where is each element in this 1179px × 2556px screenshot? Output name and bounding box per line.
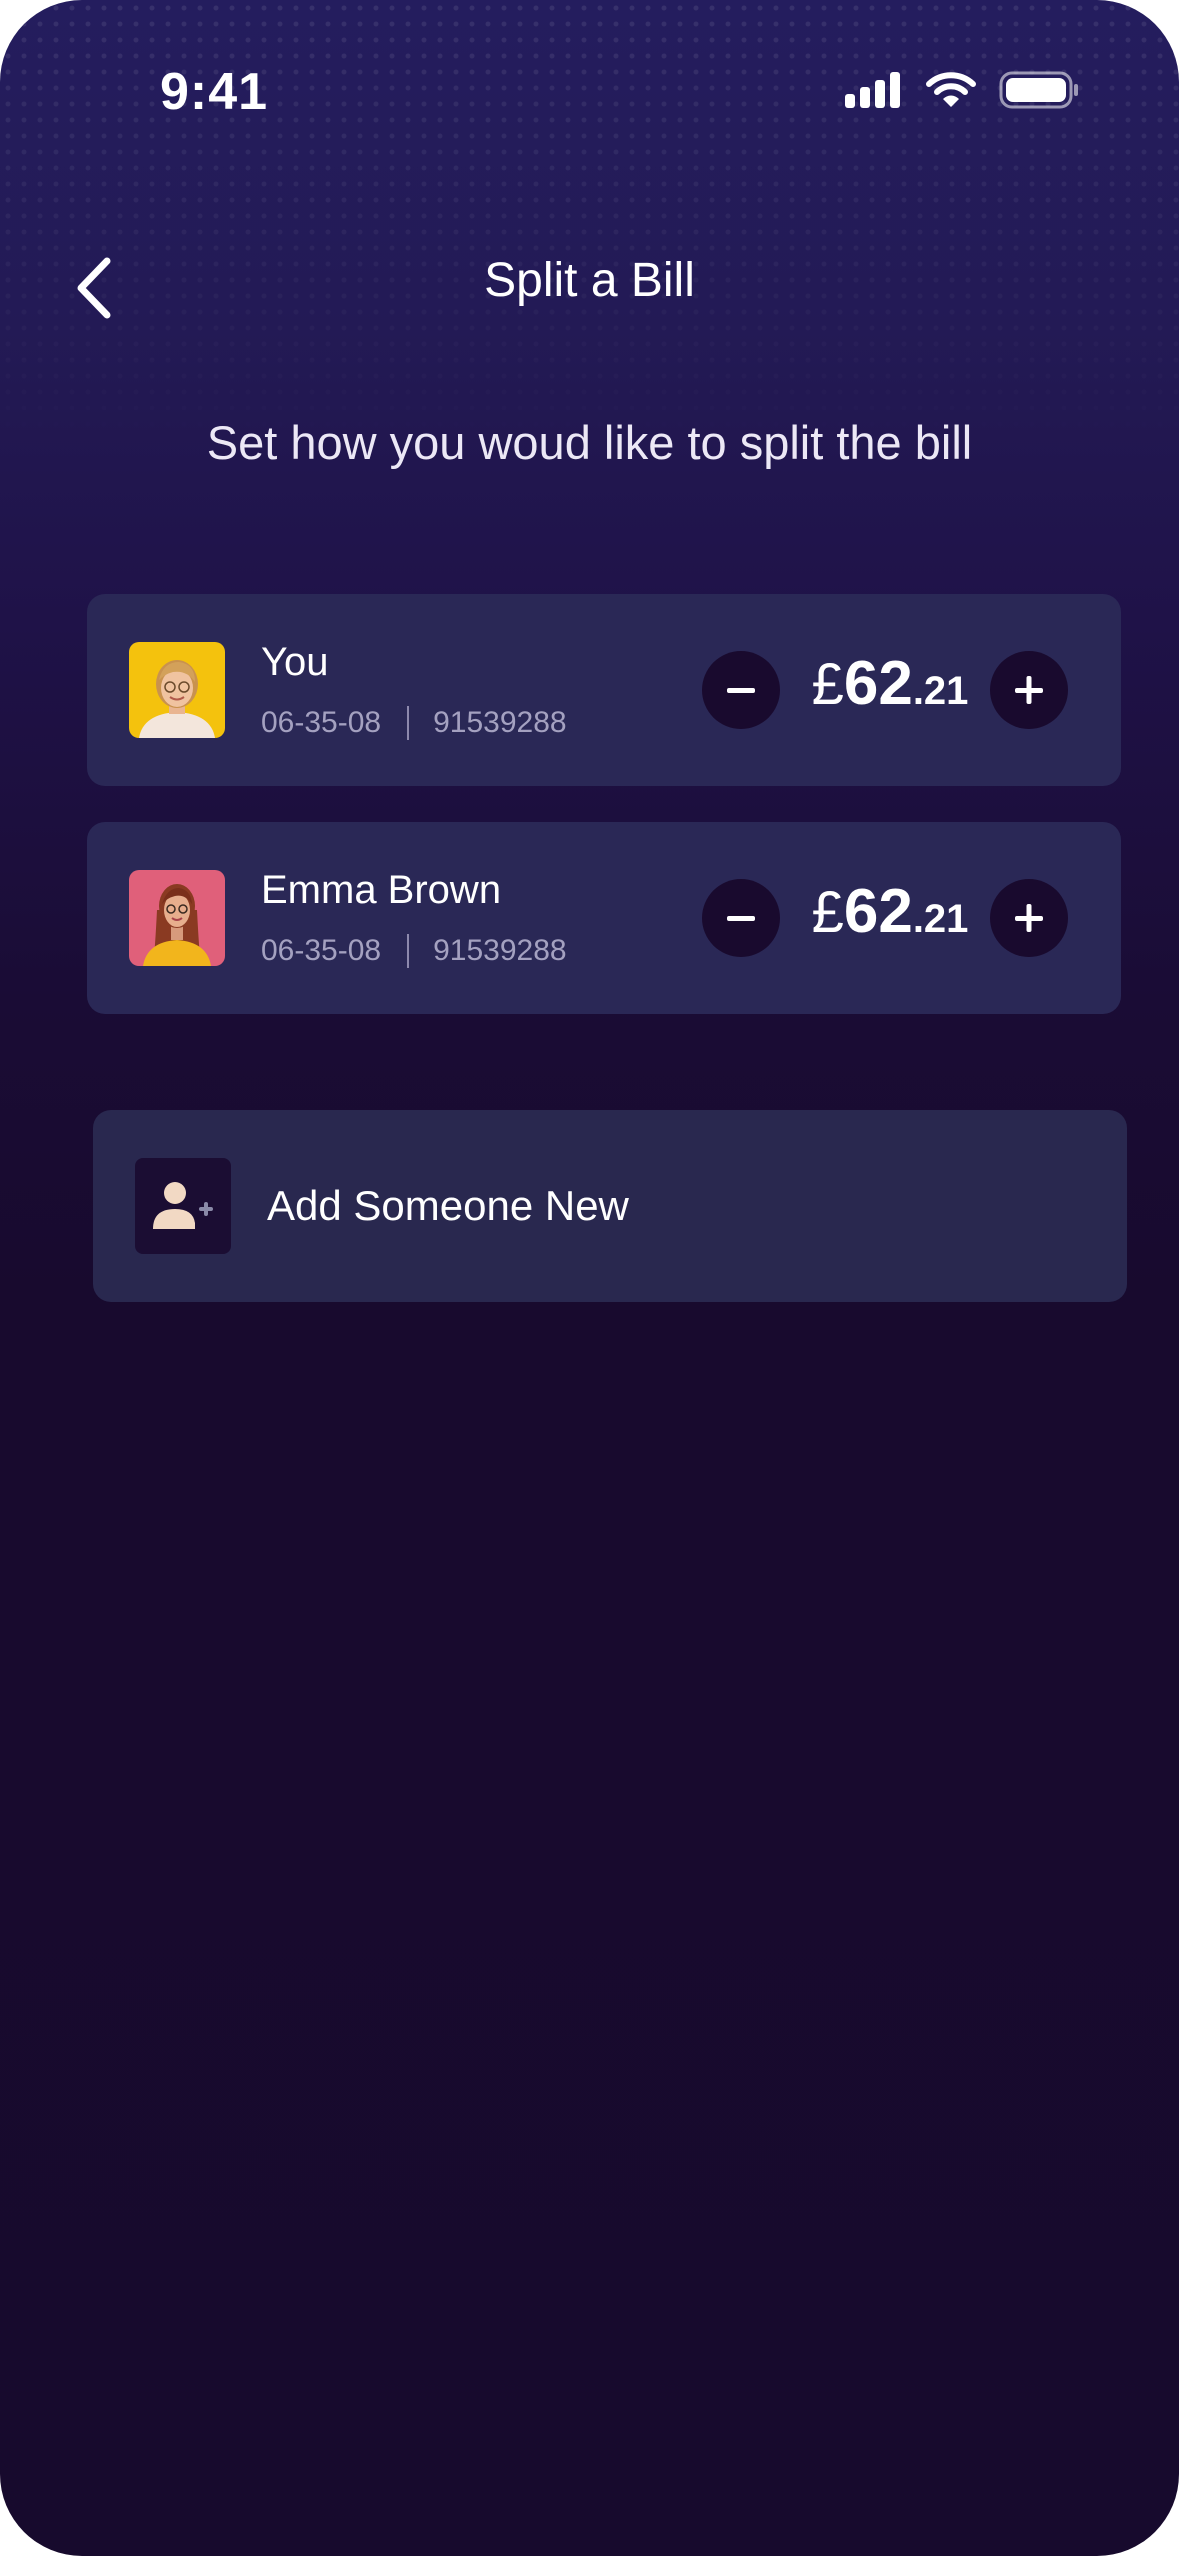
person-card-emma-brown: Emma Brown 06-35-08 91539288 £62.21: [87, 822, 1121, 1014]
avatar: [129, 870, 225, 966]
sort-code: 06-35-08: [261, 706, 382, 739]
decrease-amount-button[interactable]: [702, 651, 780, 729]
add-user-icon-box: [135, 1158, 231, 1254]
currency-symbol: £: [811, 652, 844, 717]
account-details: 06-35-08 91539288: [261, 706, 567, 740]
page-title: Split a Bill: [484, 254, 695, 307]
battery-icon: [999, 71, 1078, 109]
minus-icon: [727, 916, 755, 921]
cellular-signal-icon: [845, 72, 900, 108]
status-time: 9:41: [160, 63, 269, 121]
page-subtitle: Set how you woud like to split the bill: [206, 416, 973, 469]
plus-icon: [1015, 904, 1043, 932]
details-divider: [407, 706, 410, 740]
amount-fraction: .21: [912, 897, 969, 941]
details-divider: [407, 934, 410, 968]
person-name: Emma Brown: [261, 868, 502, 912]
add-someone-new-button[interactable]: Add Someone New: [93, 1110, 1127, 1302]
amount-whole: 62: [843, 877, 913, 946]
amount-fraction: .21: [912, 669, 969, 713]
amount-value[interactable]: £62.21: [805, 648, 975, 719]
add-user-icon: [153, 1182, 213, 1229]
avatar: [129, 642, 225, 738]
account-details: 06-35-08 91539288: [261, 934, 567, 968]
add-someone-new-label: Add Someone New: [267, 1182, 629, 1229]
increase-amount-button[interactable]: [990, 651, 1068, 729]
wifi-icon: [926, 72, 976, 107]
status-icons: [845, 70, 1079, 110]
person-card-you: You 06-35-08 91539288 £62.21: [87, 594, 1121, 786]
person-name: You: [261, 640, 329, 684]
account-number: 91539288: [433, 934, 567, 967]
account-number: 91539288: [433, 706, 567, 739]
sort-code: 06-35-08: [261, 934, 382, 967]
minus-icon: [727, 688, 755, 693]
decrease-amount-button[interactable]: [702, 879, 780, 957]
amount-whole: 62: [843, 649, 913, 718]
plus-icon: [1015, 676, 1043, 704]
amount-value[interactable]: £62.21: [805, 876, 975, 947]
currency-symbol: £: [811, 880, 844, 945]
phone-screen: 9:41 Split a Bill Set how you woud like …: [0, 0, 1179, 2556]
increase-amount-button[interactable]: [990, 879, 1068, 957]
